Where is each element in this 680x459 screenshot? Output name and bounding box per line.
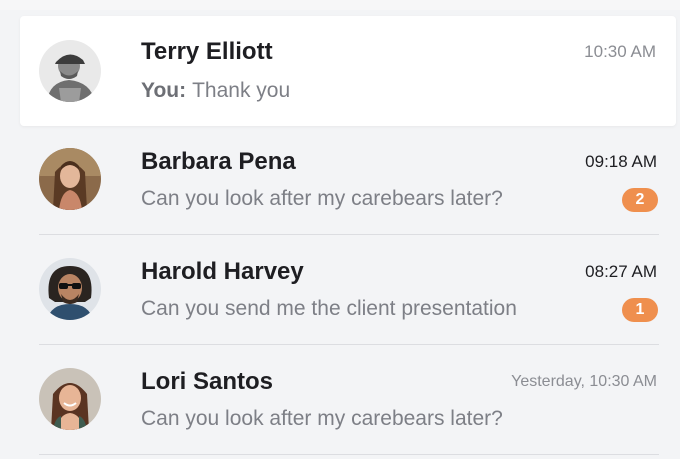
avatar [39,368,101,430]
contact-name: Lori Santos [141,368,274,395]
conversation-item-terry-elliott[interactable]: Terry Elliott You: Thank you 10:30 AM [20,16,676,126]
message-preview: You: Thank you [141,79,290,103]
unread-count-badge: 2 [622,188,658,212]
message-preview: Can you send me the client presentation [141,297,517,321]
message-time: 10:30 AM [584,42,656,61]
conversation-list: Terry Elliott You: Thank you 10:30 AM Bar… [0,0,680,459]
contact-name: Terry Elliott [141,38,273,65]
avatar [39,40,101,102]
divider [39,454,659,455]
sender-prefix: You: [141,79,187,102]
divider [39,234,659,235]
message-preview: Can you look after my carebears later? [141,407,503,431]
message-text: Can you send me the client presentation [141,297,517,320]
conversation-item-lori-santos[interactable]: Lori Santos Can you look after my carebe… [0,346,680,456]
message-time: 09:18 AM [585,152,657,171]
contact-name: Barbara Pena [141,148,296,175]
avatar [39,148,101,210]
divider [39,344,659,345]
message-time: 08:27 AM [585,262,657,281]
contact-name: Harold Harvey [141,258,304,285]
list-top-edge [0,0,680,10]
message-text: Thank you [192,79,291,102]
avatar [39,258,101,320]
message-time: Yesterday, 10:30 AM [511,373,657,390]
unread-count-badge: 1 [622,298,658,322]
conversation-item-barbara-pena[interactable]: Barbara Pena Can you look after my careb… [0,126,680,236]
message-text: Can you look after my carebears later? [141,407,503,430]
message-preview: Can you look after my carebears later? [141,187,503,211]
conversation-item-harold-harvey[interactable]: Harold Harvey Can you send me the client… [0,236,680,346]
message-text: Can you look after my carebears later? [141,187,503,210]
